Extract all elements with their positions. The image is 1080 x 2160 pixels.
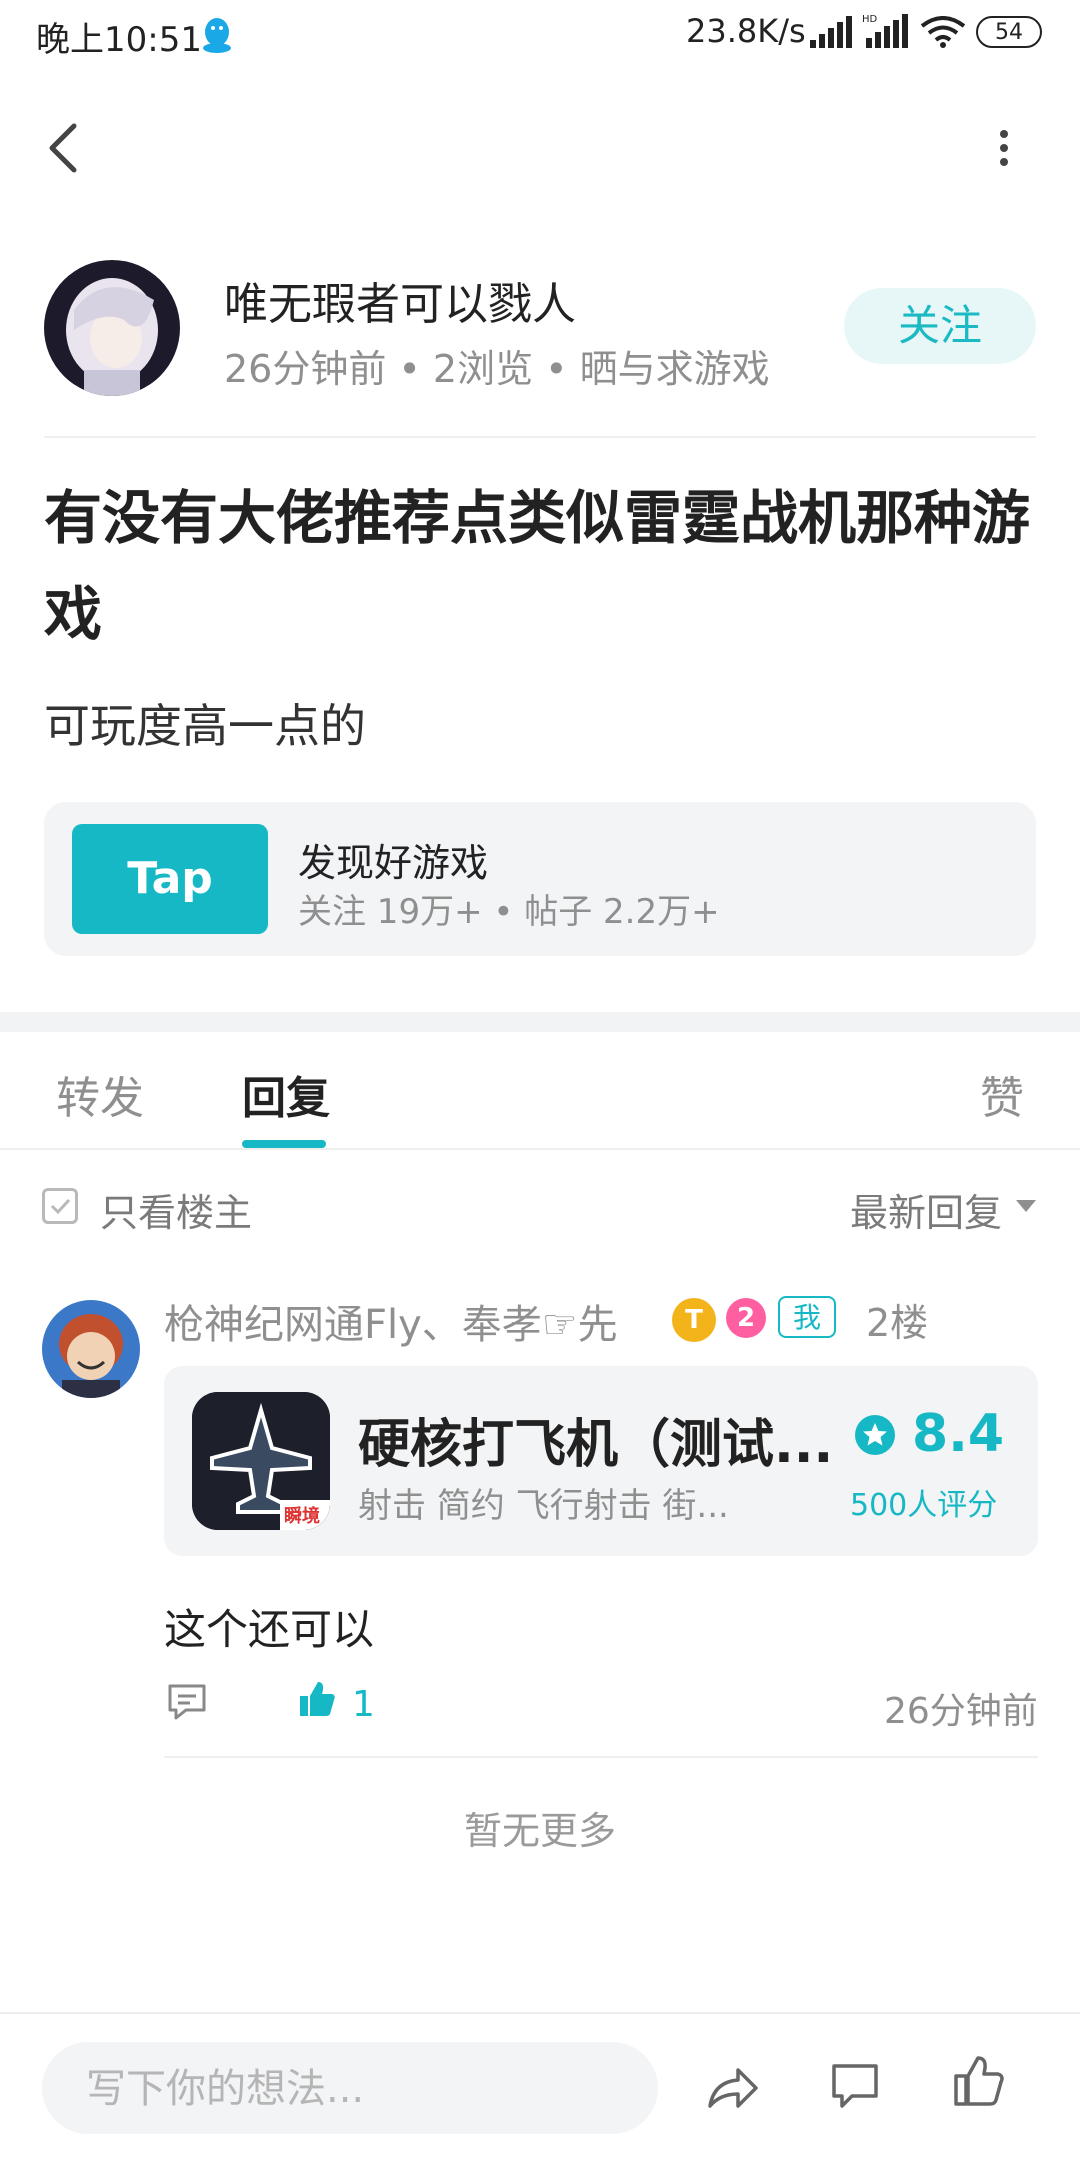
game-tags: 射击 简约 飞行射击 街... xyxy=(358,1486,729,1526)
floor-number: 2楼 xyxy=(866,1301,929,1345)
comment-input[interactable] xyxy=(84,2042,628,2136)
wifi-icon xyxy=(920,16,966,48)
bottom-bar-divider xyxy=(0,2012,1080,2014)
comment-input-container[interactable] xyxy=(42,2042,658,2136)
comment-icon[interactable] xyxy=(166,1680,208,1722)
game-icon: 瞬境 xyxy=(192,1392,330,1530)
tab-reply[interactable]: 回复 xyxy=(242,1062,330,1126)
like-count: 1 xyxy=(352,1684,375,1725)
game-rating-count: 500人评分 xyxy=(850,1488,998,1523)
qq-icon xyxy=(203,18,231,53)
signal-icon xyxy=(810,16,852,48)
game-title: 硬核打飞机（测试... xyxy=(358,1415,834,1475)
tab-repost[interactable]: 转发 xyxy=(56,1062,144,1126)
author-divider xyxy=(44,436,1036,438)
follow-button[interactable]: 关注 xyxy=(844,288,1036,364)
tabs-divider xyxy=(0,1148,1080,1150)
back-arrow-icon[interactable] xyxy=(44,120,82,176)
topic-card[interactable]: Tap 发现好游戏 关注 19万+ • 帖子 2.2万+ xyxy=(44,802,1036,956)
only-op-checkbox[interactable] xyxy=(42,1188,78,1224)
game-rating: 8.4 xyxy=(912,1404,1005,1464)
sort-dropdown[interactable]: 最新回复 xyxy=(850,1182,1002,1237)
me-badge: 我 xyxy=(778,1296,836,1338)
no-more-text: 暂无更多 xyxy=(463,1809,616,1853)
reply-divider xyxy=(164,1756,1038,1758)
tap-logo: Tap xyxy=(72,824,268,934)
top-nav xyxy=(0,90,1080,200)
status-time: 晚上10:51 xyxy=(36,20,202,60)
level-badge: 2 xyxy=(726,1298,766,1338)
active-tab-indicator xyxy=(242,1140,326,1148)
more-vertical-icon[interactable] xyxy=(992,120,1016,176)
topic-name: 发现好游戏 xyxy=(298,841,489,885)
message-icon[interactable] xyxy=(830,2060,880,2110)
reply-time: 26分钟前 xyxy=(884,1691,1038,1732)
caret-down-icon[interactable] xyxy=(1016,1200,1036,1212)
section-gap xyxy=(0,1012,1080,1032)
svg-text:HD: HD xyxy=(862,14,878,25)
status-net-speed: 23.8K/s xyxy=(686,12,806,50)
reply-avatar[interactable] xyxy=(42,1300,140,1398)
like-icon[interactable] xyxy=(952,2054,1006,2108)
rating-star-icon xyxy=(855,1415,895,1455)
share-icon[interactable] xyxy=(704,2060,760,2116)
tab-like[interactable]: 赞 xyxy=(980,1062,1024,1126)
reply-text: 这个还可以 xyxy=(164,1605,375,1654)
thumb-up-icon[interactable] xyxy=(296,1678,338,1720)
status-bar: 晚上10:51 23.8K/s HD 54 xyxy=(0,0,1080,70)
topic-stats: 关注 19万+ • 帖子 2.2万+ xyxy=(298,892,720,932)
reply-username[interactable]: 枪神纪网通Fly、奉孝☞先 xyxy=(164,1292,618,1350)
game-card[interactable]: 瞬境 硬核打飞机（测试... 射击 简约 飞行射击 街... 8.4 500人评… xyxy=(164,1366,1038,1556)
only-op-label[interactable]: 只看楼主 xyxy=(100,1182,252,1237)
post-title: 有没有大佬推荐点类似雷霆战机那种游戏 xyxy=(44,484,1031,648)
author-avatar[interactable] xyxy=(44,260,180,396)
badge-t-icon: T xyxy=(672,1298,716,1342)
post-body: 可玩度高一点的 xyxy=(44,699,366,753)
author-name[interactable]: 唯无瑕者可以戮人 xyxy=(224,268,576,332)
hd-signal-icon: HD xyxy=(862,14,908,48)
battery-indicator: 54 xyxy=(976,16,1042,48)
game-icon-label: 瞬境 xyxy=(284,1505,320,1527)
author-meta: 26分钟前 • 2浏览 • 晒与求游戏 xyxy=(224,347,770,391)
